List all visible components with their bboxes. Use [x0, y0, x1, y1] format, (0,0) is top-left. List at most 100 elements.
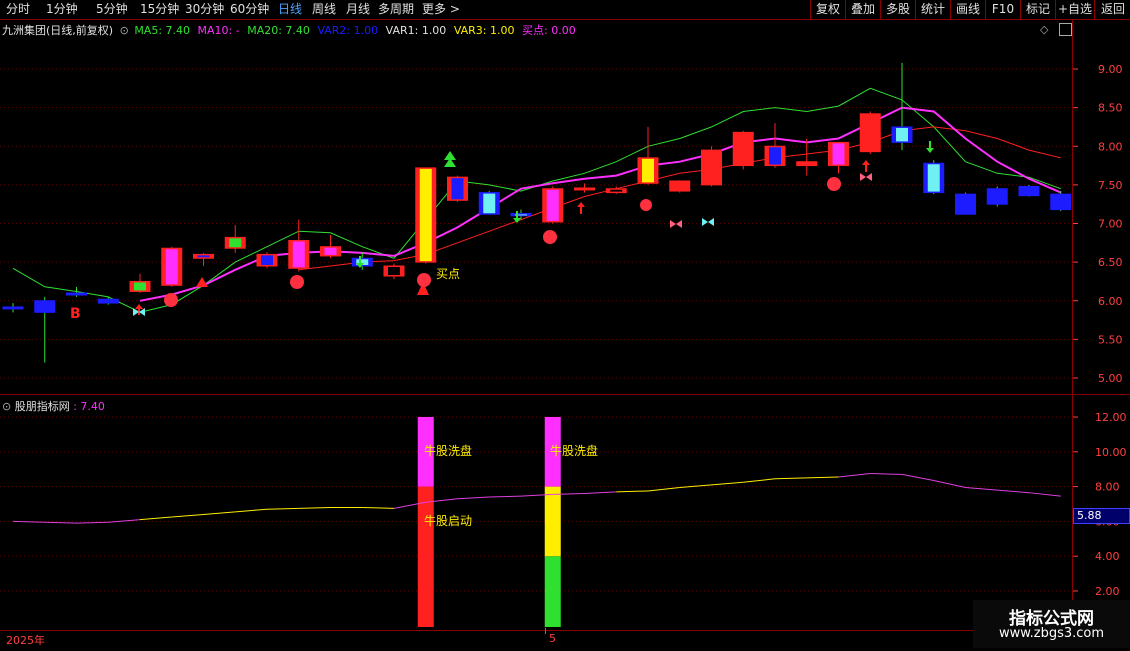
indicator-segment	[266, 507, 299, 510]
candle	[701, 146, 722, 187]
candle	[383, 263, 405, 280]
indicator-segment	[1028, 492, 1061, 497]
candlestick-chart[interactable]: B 买点	[0, 20, 1072, 393]
candle-body	[97, 298, 119, 304]
main-grid	[0, 68, 1072, 379]
watermark-logo: 指标公式网 www.zbgs3.com	[973, 600, 1130, 648]
candle-body	[955, 193, 976, 215]
candle	[66, 286, 87, 297]
period-tab-5min[interactable]: 5分钟	[96, 1, 128, 18]
overlay-button[interactable]: 叠加	[845, 0, 880, 19]
candle-body	[34, 300, 56, 313]
candle	[764, 123, 786, 168]
signal-bar-segment	[417, 486, 434, 627]
period-tab-fenshi[interactable]: 分时	[6, 1, 30, 18]
candle	[542, 186, 564, 224]
candle-inner	[197, 255, 210, 258]
period-tab-day[interactable]: 日线	[278, 1, 302, 18]
candle-body	[66, 292, 87, 296]
axis-tick-label: 7.00	[1098, 218, 1123, 231]
month-tick	[545, 628, 546, 634]
bull-head-icon	[543, 230, 557, 244]
axis-tick-label: 5.50	[1098, 333, 1123, 346]
bull-head-icon	[290, 275, 304, 289]
bull-head-icon	[417, 273, 431, 287]
period-tab-month[interactable]: 月线	[346, 1, 370, 18]
indicator-segment	[965, 486, 998, 491]
pane-divider[interactable]	[0, 394, 1130, 395]
up-triangle-icon	[196, 277, 208, 287]
indicator-segment	[711, 481, 744, 486]
candle-inner	[927, 164, 940, 192]
fuquan-button[interactable]: 复权	[810, 0, 845, 19]
indicator-segment	[298, 506, 331, 509]
candle	[1050, 191, 1072, 212]
candle	[478, 191, 500, 215]
candle-inner	[388, 266, 400, 276]
candle-body	[701, 149, 722, 186]
axis-tick-label: 5.00	[1098, 372, 1123, 385]
period-tab-1min[interactable]: 1分钟	[46, 1, 78, 18]
current-value-tag: 5.88	[1073, 508, 1130, 524]
candle-inner	[165, 249, 178, 285]
butterfly-icon	[702, 218, 714, 226]
indicator-segment	[774, 477, 807, 480]
f10-button[interactable]: F10	[985, 0, 1020, 19]
candle	[732, 130, 754, 170]
b-label: B	[70, 306, 81, 322]
axis-tick-label: 6.00	[1098, 295, 1123, 308]
signal-bar-segment	[544, 486, 561, 557]
candle-body	[986, 188, 1008, 205]
candle	[955, 192, 976, 215]
period-tab-15min[interactable]: 15分钟	[140, 1, 179, 18]
add-favorite-button[interactable]: +自选	[1055, 0, 1094, 19]
candle	[986, 186, 1008, 207]
axis-tick-label: 12.00	[1095, 411, 1127, 424]
period-tab-60min[interactable]: 60分钟	[230, 1, 269, 18]
period-tab-more[interactable]: 更多 >	[422, 1, 460, 18]
indicator-segment	[44, 521, 77, 524]
candle-inner	[419, 168, 432, 262]
candle	[193, 252, 214, 266]
indicator-segment	[870, 473, 903, 475]
stats-button[interactable]: 统计	[915, 0, 950, 19]
indicator-segment	[362, 506, 395, 509]
back-button[interactable]: 返回	[1094, 0, 1130, 19]
candle-body	[669, 180, 691, 192]
indicator-segment	[616, 490, 649, 493]
candle-body	[859, 113, 881, 153]
candle	[669, 180, 691, 193]
axis-tick-label: 10.00	[1095, 446, 1127, 459]
indicator-segment	[901, 473, 934, 482]
indicator-segment	[457, 496, 490, 500]
candle-inner	[261, 255, 273, 265]
candle	[161, 246, 183, 287]
candle	[2, 303, 24, 313]
period-tab-multi[interactable]: 多周期	[378, 1, 414, 18]
buy-label: 买点	[436, 267, 460, 281]
indicator-chart[interactable]: 牛股洗盘 牛股洗盘 牛股启动	[0, 397, 1072, 630]
candle	[415, 167, 437, 264]
sub-grid	[0, 416, 1072, 592]
butterfly-icon	[860, 173, 872, 181]
butterfly-icon	[670, 220, 682, 228]
candle	[129, 273, 151, 294]
candle-inner	[229, 238, 242, 248]
indicator-segment	[647, 486, 680, 492]
price-axis: 9.00 8.50 8.00 7.50 7.00 6.50 6.00 5.50 5.00 12.0…	[1073, 63, 1127, 598]
axis-tick-label: 8.00	[1098, 140, 1123, 153]
candle-inner	[546, 189, 559, 221]
indicator-segment	[838, 473, 871, 478]
indicator-segment	[203, 511, 236, 515]
candle-inner	[642, 158, 654, 183]
period-tab-30min[interactable]: 30分钟	[185, 1, 224, 18]
candle	[828, 141, 849, 174]
axis-tick-label: 4.00	[1095, 550, 1120, 563]
multi-stock-button[interactable]: 多股	[880, 0, 915, 19]
bull-head-icon	[827, 177, 841, 191]
draw-line-button[interactable]: 画线	[950, 0, 985, 19]
candle	[320, 235, 341, 259]
mark-button[interactable]: 标记	[1020, 0, 1055, 19]
period-tab-week[interactable]: 周线	[312, 1, 336, 18]
indicator-segment	[12, 520, 45, 523]
